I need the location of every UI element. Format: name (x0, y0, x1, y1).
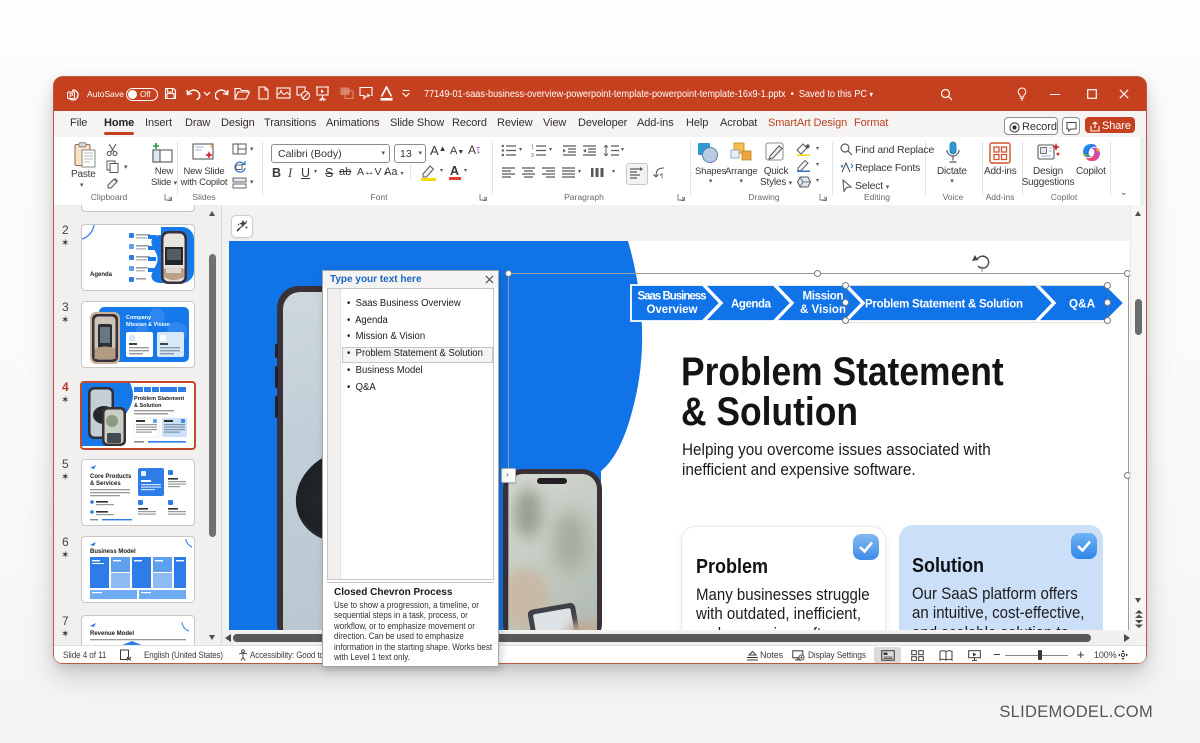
svg-text:Agenda: Agenda (731, 299, 772, 311)
svg-text:& Services: & Services (90, 481, 121, 487)
svg-text:Company: Company (126, 315, 152, 321)
svg-text:Overview: Overview (647, 304, 698, 316)
svg-text:Mission & Vision: Mission & Vision (126, 322, 171, 328)
svg-text:Saas Business: Saas Business (638, 291, 707, 303)
svg-text:¶: ¶ (660, 174, 663, 179)
svg-text:1: 1 (531, 145, 534, 151)
svg-text:P: P (69, 93, 73, 99)
svg-text:Problem Statement: Problem Statement (134, 396, 184, 402)
svg-text:Business Model: Business Model (90, 549, 136, 555)
svg-text:Revenue Model: Revenue Model (90, 631, 134, 637)
svg-text:3: 3 (531, 153, 534, 157)
svg-text:Mission: Mission (803, 291, 844, 303)
svg-text:& Solution: & Solution (134, 403, 162, 409)
svg-text:Core Products: Core Products (90, 474, 132, 480)
svg-text:Agenda: Agenda (90, 272, 113, 278)
svg-text:& Vision: & Vision (800, 304, 846, 316)
